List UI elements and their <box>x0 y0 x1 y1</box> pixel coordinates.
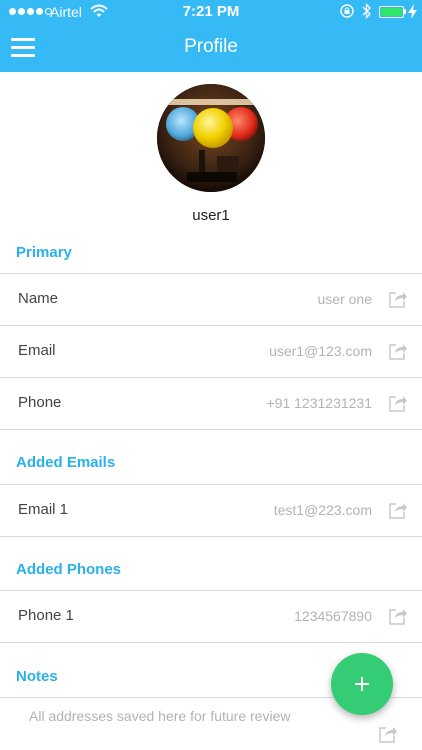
divider <box>0 536 422 537</box>
email-row-1[interactable]: Email 1 test1@223.com <box>0 485 422 536</box>
carrier-name: Airtel <box>50 4 82 20</box>
plus-icon <box>361 677 363 691</box>
row-value: test1@223.com <box>273 502 372 518</box>
add-button[interactable] <box>331 653 393 715</box>
share-icon[interactable] <box>388 393 408 413</box>
row-label: Phone <box>18 394 62 411</box>
status-bar: Airtel 7:21 PM <box>0 0 422 24</box>
avatar-photo <box>157 84 265 192</box>
primary-row-phone[interactable]: Phone +91 1231231231 <box>0 378 422 429</box>
notes-text[interactable]: All addresses saved here for future revi… <box>29 708 290 724</box>
phone-row-1[interactable]: Phone 1 1234567890 <box>0 591 422 642</box>
page-title: Profile <box>184 36 238 57</box>
wifi-icon <box>90 4 108 17</box>
share-icon[interactable] <box>378 724 398 744</box>
share-icon[interactable] <box>388 500 408 520</box>
section-title-added-emails: Added Emails <box>16 454 116 471</box>
battery-icon <box>379 6 404 18</box>
row-label: Email <box>18 342 56 359</box>
profile-avatar[interactable] <box>157 84 265 192</box>
row-value: user one <box>317 291 372 307</box>
share-icon[interactable] <box>388 606 408 626</box>
charging-bolt-icon <box>408 4 417 19</box>
row-label: Phone 1 <box>18 607 74 624</box>
share-icon[interactable] <box>388 341 408 361</box>
section-title-primary: Primary <box>16 244 72 261</box>
divider <box>0 429 422 430</box>
divider <box>0 642 422 643</box>
row-value: user1@123.com <box>269 343 372 359</box>
signal-strength-icon <box>9 8 52 15</box>
rotation-lock-icon <box>340 4 354 18</box>
row-value: 1234567890 <box>294 608 372 624</box>
primary-row-name[interactable]: Name user one <box>0 274 422 325</box>
bluetooth-icon <box>362 3 371 19</box>
section-title-added-phones: Added Phones <box>16 561 122 578</box>
app-header: Airtel 7:21 PM Profile <box>0 0 422 72</box>
row-label: Email 1 <box>18 501 69 518</box>
row-label: Name <box>18 290 59 307</box>
row-value: +91 1231231231 <box>266 395 373 411</box>
profile-username: user1 <box>192 207 230 224</box>
primary-row-email[interactable]: Email user1@123.com <box>0 326 422 377</box>
section-title-notes: Notes <box>16 668 58 685</box>
share-icon[interactable] <box>388 289 408 309</box>
battery-tip <box>404 9 406 14</box>
